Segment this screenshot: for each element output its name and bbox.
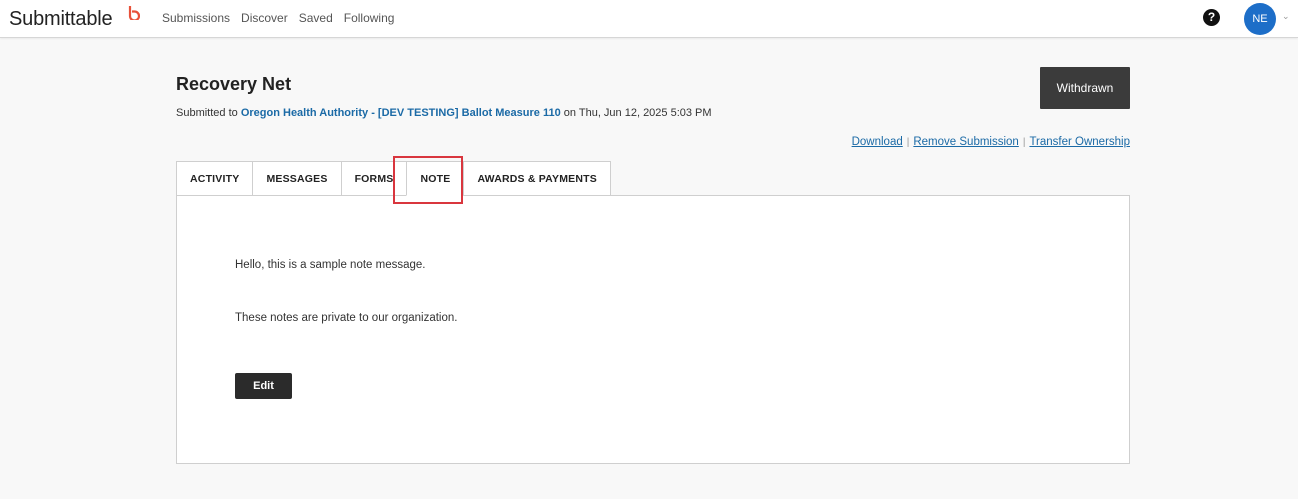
note-text-line: Hello, this is a sample note message. [235,259,426,271]
remove-submission-link[interactable]: Remove Submission [913,136,1018,148]
organization-link[interactable]: Oregon Health Authority - [DEV TESTING] … [241,107,561,119]
chevron-down-icon[interactable]: ⌄ [1282,11,1290,22]
submittable-logo[interactable]: Submittable [9,8,113,31]
submitted-prefix: Submitted to [176,107,238,119]
tab-note[interactable]: NOTE [406,161,464,196]
tab-awards-payments[interactable]: AWARDS & PAYMENTS [463,161,611,196]
edit-note-button[interactable]: Edit [235,373,292,399]
submission-details: Submitted to Oregon Health Authority - [… [176,107,712,119]
nav-link-following[interactable]: Following [344,11,395,25]
divider: | [906,137,910,148]
main-nav: Submissions Discover Saved Following [162,11,405,25]
help-icon[interactable]: ? [1203,9,1220,26]
transfer-ownership-link[interactable]: Transfer Ownership [1029,136,1130,148]
note-panel: Hello, this is a sample note message. Th… [176,195,1130,464]
divider: | [1022,137,1026,148]
top-navigation-bar: Submittable Submissions Discover Saved F… [0,0,1298,38]
avatar[interactable]: NE [1244,3,1276,35]
submission-tabs: ACTIVITY MESSAGES FORMS NOTE AWARDS & PA… [176,161,611,196]
nav-link-discover[interactable]: Discover [241,11,288,25]
tab-forms[interactable]: FORMS [340,161,407,196]
note-text-line: These notes are private to our organizat… [235,312,458,324]
nav-link-submissions[interactable]: Submissions [162,11,230,25]
tab-messages[interactable]: MESSAGES [252,161,341,196]
submission-actions: Download | Remove Submission | Transfer Owne… [852,136,1130,148]
submittable-logo-icon [128,6,140,20]
page-title: Recovery Net [176,74,292,94]
withdrawn-status-button[interactable]: Withdrawn [1040,67,1130,109]
tab-activity[interactable]: ACTIVITY [176,161,253,196]
nav-link-saved[interactable]: Saved [299,11,333,25]
submitted-date: on Thu, Jun 12, 2025 5:03 PM [563,107,712,119]
download-link[interactable]: Download [852,136,903,148]
